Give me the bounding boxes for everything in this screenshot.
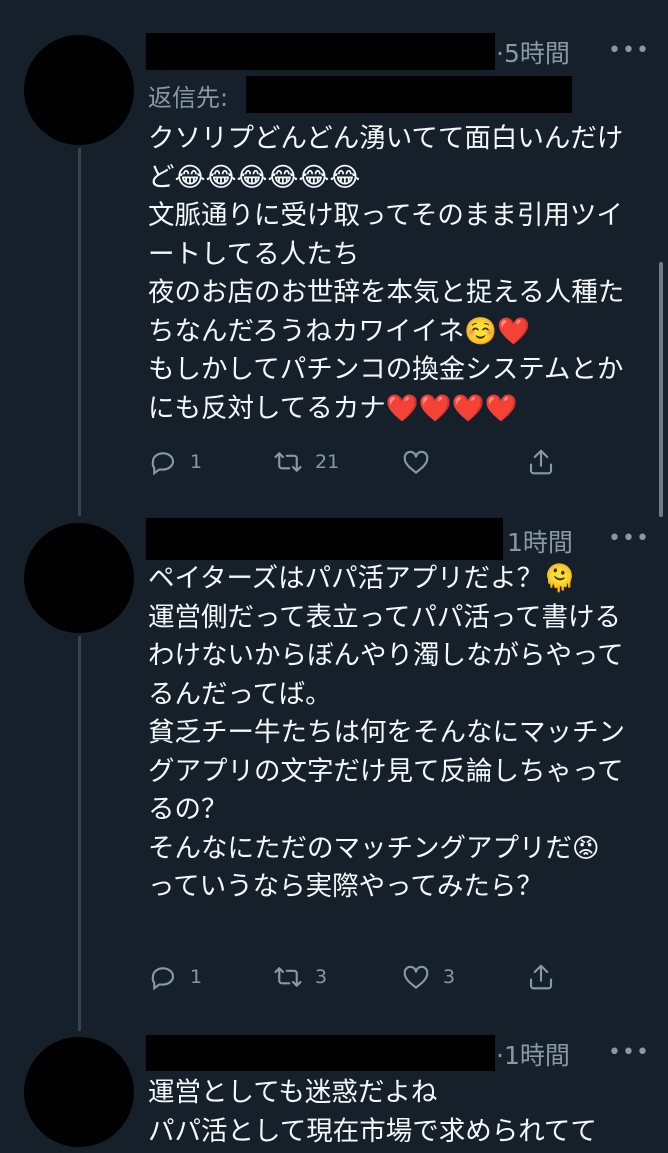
reply-button[interactable]: 1 — [148, 960, 202, 994]
share-icon — [529, 449, 553, 475]
retweet-count: 21 — [315, 451, 340, 473]
share-icon — [529, 964, 553, 990]
like-button[interactable]: 3 — [401, 960, 455, 994]
avatar[interactable] — [24, 35, 134, 145]
reply-button[interactable]: 1 — [148, 445, 202, 479]
scrollbar[interactable] — [659, 262, 663, 517]
reply-icon — [151, 452, 175, 476]
retweet-button[interactable]: 21 — [273, 445, 339, 479]
redacted-reply-target — [246, 76, 572, 113]
tweet-text: クソリプどんどん湧いてて面白いんだけど😂😂😂😂😂😂 文脈通りに受け取ってそのまま… — [148, 123, 625, 424]
reply-count: 1 — [190, 966, 203, 988]
like-icon — [403, 965, 429, 989]
more-options-icon[interactable]: ••• — [608, 526, 650, 551]
more-options-icon[interactable]: ••• — [608, 1040, 650, 1065]
like-icon — [403, 450, 429, 474]
redacted-username — [146, 33, 495, 70]
more-options-icon[interactable]: ••• — [608, 38, 650, 63]
tweet-text: 運営としても迷惑だよね パパ活として現在市場で求められてて — [148, 1077, 597, 1147]
redacted-username — [146, 518, 503, 560]
reply-icon — [151, 967, 175, 991]
avatar[interactable] — [24, 523, 134, 633]
thread-line — [78, 636, 81, 1031]
retweet-count: 3 — [315, 966, 328, 988]
redacted-username — [146, 1035, 495, 1071]
avatar[interactable] — [24, 1037, 134, 1147]
reply-count: 1 — [190, 451, 203, 473]
retweet-icon — [274, 452, 302, 472]
like-count: 3 — [443, 966, 456, 988]
tweet-text: ペイターズはパパ活アプリだよ？🫠 運営側だって表立ってパパ活って書けるわけないか… — [148, 563, 625, 902]
share-button[interactable] — [526, 445, 556, 479]
tweet-timestamp[interactable]: ·1時間 — [496, 1036, 570, 1072]
tweet-actions: 1 3 3 — [148, 960, 568, 994]
retweet-icon — [274, 967, 302, 987]
like-button[interactable] — [401, 445, 443, 479]
reply-to-label: 返信先: — [148, 84, 229, 112]
tweet-timestamp[interactable]: ·5時間 — [496, 34, 570, 70]
share-button[interactable] — [526, 960, 556, 994]
tweet-timestamp[interactable]: 1時間 — [507, 523, 573, 559]
tweet-actions: 1 21 — [148, 445, 568, 479]
retweet-button[interactable]: 3 — [273, 960, 327, 994]
thread-line — [78, 148, 81, 516]
